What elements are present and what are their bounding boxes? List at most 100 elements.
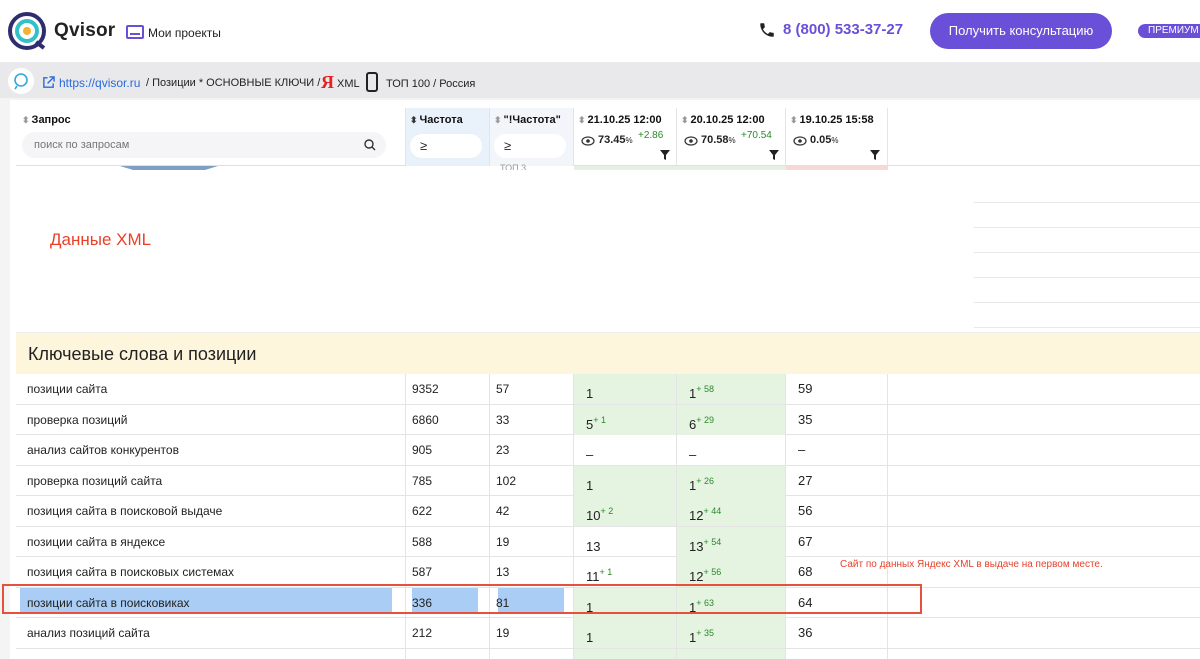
position-cell-2: 1+ 26 — [677, 465, 786, 496]
projects-icon[interactable] — [126, 25, 144, 39]
get-consultation-button[interactable]: Получить консультацию — [930, 13, 1112, 49]
exact-freq-cell-value: 19 — [496, 534, 510, 549]
query-cell[interactable]: позиции сайта в яндексе — [16, 526, 406, 557]
position-cell-2: 1+ 35 — [677, 618, 786, 648]
query-cell[interactable]: проверка позиций сайта — [16, 465, 406, 496]
position-cell-1: 5- 1 — [574, 648, 677, 659]
my-projects-link[interactable]: Мои проекты — [148, 26, 221, 40]
table-row[interactable]: анализ сайтов конкурентов 905 23 – – – — [16, 435, 1200, 466]
eye-icon — [793, 136, 807, 146]
position-cell-1-value: 1 — [586, 477, 594, 493]
exact-freq-cell-value: 23 — [496, 443, 510, 457]
query-cell-value: анализ сайтов конкурентов — [27, 443, 179, 457]
freq-header[interactable]: ⬍ Частота — [410, 114, 463, 126]
exact-freq-cell-value: 102 — [496, 473, 517, 488]
position-cell-2: 12+ 44 — [677, 496, 786, 526]
filter-icon[interactable] — [769, 150, 779, 160]
position-cell-3-value: 59 — [798, 381, 813, 396]
position-cell-1: 13 — [574, 526, 677, 557]
freq-cell-value: 588 — [412, 534, 433, 549]
query-cell-value: проверка позиций — [27, 412, 128, 427]
region-label[interactable]: ТОП 100 / Россия — [386, 78, 475, 90]
freq-cell: 587 — [406, 557, 490, 587]
table-row[interactable]: проверка позиций сайта 785 102 1 1+ 26 27 — [16, 465, 1200, 496]
external-link-icon[interactable] — [42, 76, 55, 89]
table-row[interactable]: позиции сайта в яндексе 588 19 13 13+ 54 67 — [16, 526, 1200, 557]
mobile-device-icon — [366, 72, 378, 92]
position-cell-2-delta: + 29 — [696, 414, 715, 425]
position-cell-2-delta: + 26 — [696, 475, 715, 486]
query-cell-value: позиции сайта в яндексе — [27, 534, 166, 549]
exact-freq-cell: 15 — [490, 648, 574, 659]
position-cell-3-value: 67 — [798, 533, 813, 549]
query-cell[interactable]: анализ сайтов конкурентов — [16, 435, 406, 465]
date-header-1[interactable]: ⬍ 21.10.25 12:00 — [578, 114, 662, 126]
position-cell-1-delta: + 1 — [593, 414, 606, 425]
table-row[interactable]: проверка позиций 6860 33 5+ 1 6+ 29 35 — [16, 404, 1200, 435]
query-cell[interactable]: проверка позиций — [16, 404, 406, 435]
position-cell-2: 6+ 29 — [677, 404, 786, 435]
query-header[interactable]: ⬍ Запрос — [22, 114, 71, 126]
query-cell[interactable]: анализ позиций сайта — [16, 618, 406, 648]
exact-freq-cell: 19 — [490, 526, 574, 557]
query-cell-value: позиции сайта — [27, 382, 108, 396]
position-cell-2: 12+ 56 — [677, 557, 786, 587]
qvisor-logo-icon[interactable] — [8, 12, 46, 50]
date-column-header-3: ⬍ 19.10.25 15:58 0.05% — [786, 108, 888, 166]
project-logo-icon[interactable] — [8, 68, 34, 94]
exact-freq-cell-value: 13 — [496, 565, 510, 579]
query-cell[interactable]: позиции сайта — [16, 374, 406, 404]
position-cell-3: 36 — [786, 618, 888, 648]
breadcrumb-path[interactable]: / Позиции * ОСНОВНЫЕ КЛЮЧИ / — [146, 77, 320, 89]
premium-badge[interactable]: ПРЕМИУМ — [1138, 24, 1200, 38]
phone-number[interactable]: 8 (800) 533-37-27 — [783, 21, 903, 38]
brand-name[interactable]: Qvisor — [54, 20, 115, 42]
table-row[interactable]: позиции сайта 9352 57 1 1+ 58 59 — [16, 374, 1200, 405]
exact-freq-column-header: ⬍ "!Частота" ≥ — [490, 108, 574, 166]
visibility-value-3: 0.05% — [810, 134, 839, 146]
position-cell-2-value: 12 — [689, 569, 704, 584]
query-cell[interactable]: позиция сайта в поисковой выдаче — [16, 496, 406, 526]
visibility-value-1: 73.45% — [598, 134, 633, 146]
section-title: Ключевые слова и позиции — [28, 344, 257, 364]
date-column-header-1: ⬍ 21.10.25 12:00 73.45% +2.86 — [574, 108, 677, 166]
freq-filter-input[interactable]: ≥ — [410, 134, 482, 158]
exact-freq-filter-input[interactable]: ≥ — [494, 134, 566, 158]
freq-cell: 211 — [406, 648, 490, 659]
query-cell[interactable]: позиция сайта в поисковых системах — [16, 557, 406, 587]
exact-freq-cell-value: 19 — [496, 626, 510, 640]
position-cell-1: 11+ 1 — [574, 557, 677, 587]
table-row[interactable]: позиция сайта в поисковой выдаче 622 42 10+… — [16, 496, 1200, 527]
yandex-icon: Я — [321, 72, 334, 92]
query-column-header: ⬍ Запрос — [16, 108, 406, 166]
filter-icon[interactable] — [660, 150, 670, 160]
position-cell-1-value: – — [586, 447, 594, 462]
freq-cell-value: 212 — [412, 626, 433, 640]
table-header: ⬍Запрос ⬍Частота ≥ ⬍"!Частота" ≥ ⬍21.10.… — [16, 108, 1200, 166]
site-link[interactable]: https://qvisor.ru — [59, 76, 140, 90]
exact-freq-header[interactable]: ⬍ "!Частота" — [494, 114, 561, 126]
xml-overlay-panel — [16, 170, 974, 326]
highlight-box — [2, 584, 922, 614]
query-search-input[interactable] — [22, 132, 386, 158]
table-row[interactable]: посмотреть позиции сайта211155- 14+ 54 58 — [16, 648, 1200, 659]
phone-icon — [760, 23, 774, 37]
freq-cell-value: 905 — [412, 443, 433, 457]
position-cell-3-value: 27 — [798, 472, 813, 488]
freq-cell-value: 785 — [412, 473, 433, 488]
position-cell-3: 56 — [786, 496, 888, 526]
position-cell-1-delta: + 1 — [599, 567, 613, 577]
filter-icon[interactable] — [870, 150, 880, 160]
exact-freq-cell: 33 — [490, 404, 574, 435]
exact-freq-cell: 23 — [490, 435, 574, 465]
date-header-2[interactable]: ⬍ 20.10.25 12:00 — [681, 114, 765, 126]
date-header-3[interactable]: ⬍ 19.10.25 15:58 — [790, 114, 874, 126]
search-icon[interactable] — [364, 139, 376, 151]
position-cell-1: 5+ 1 — [574, 404, 677, 435]
table-row[interactable]: анализ позиций сайта 212 19 1 1+ 35 36 — [16, 618, 1200, 649]
query-cell[interactable]: посмотреть позиции сайта — [16, 648, 406, 659]
xml-data-label: Данные XML — [50, 230, 152, 249]
freq-cell: 622 — [406, 496, 490, 526]
position-cell-1: 1 — [574, 618, 677, 648]
position-cell-1-value: 1 — [586, 630, 594, 645]
